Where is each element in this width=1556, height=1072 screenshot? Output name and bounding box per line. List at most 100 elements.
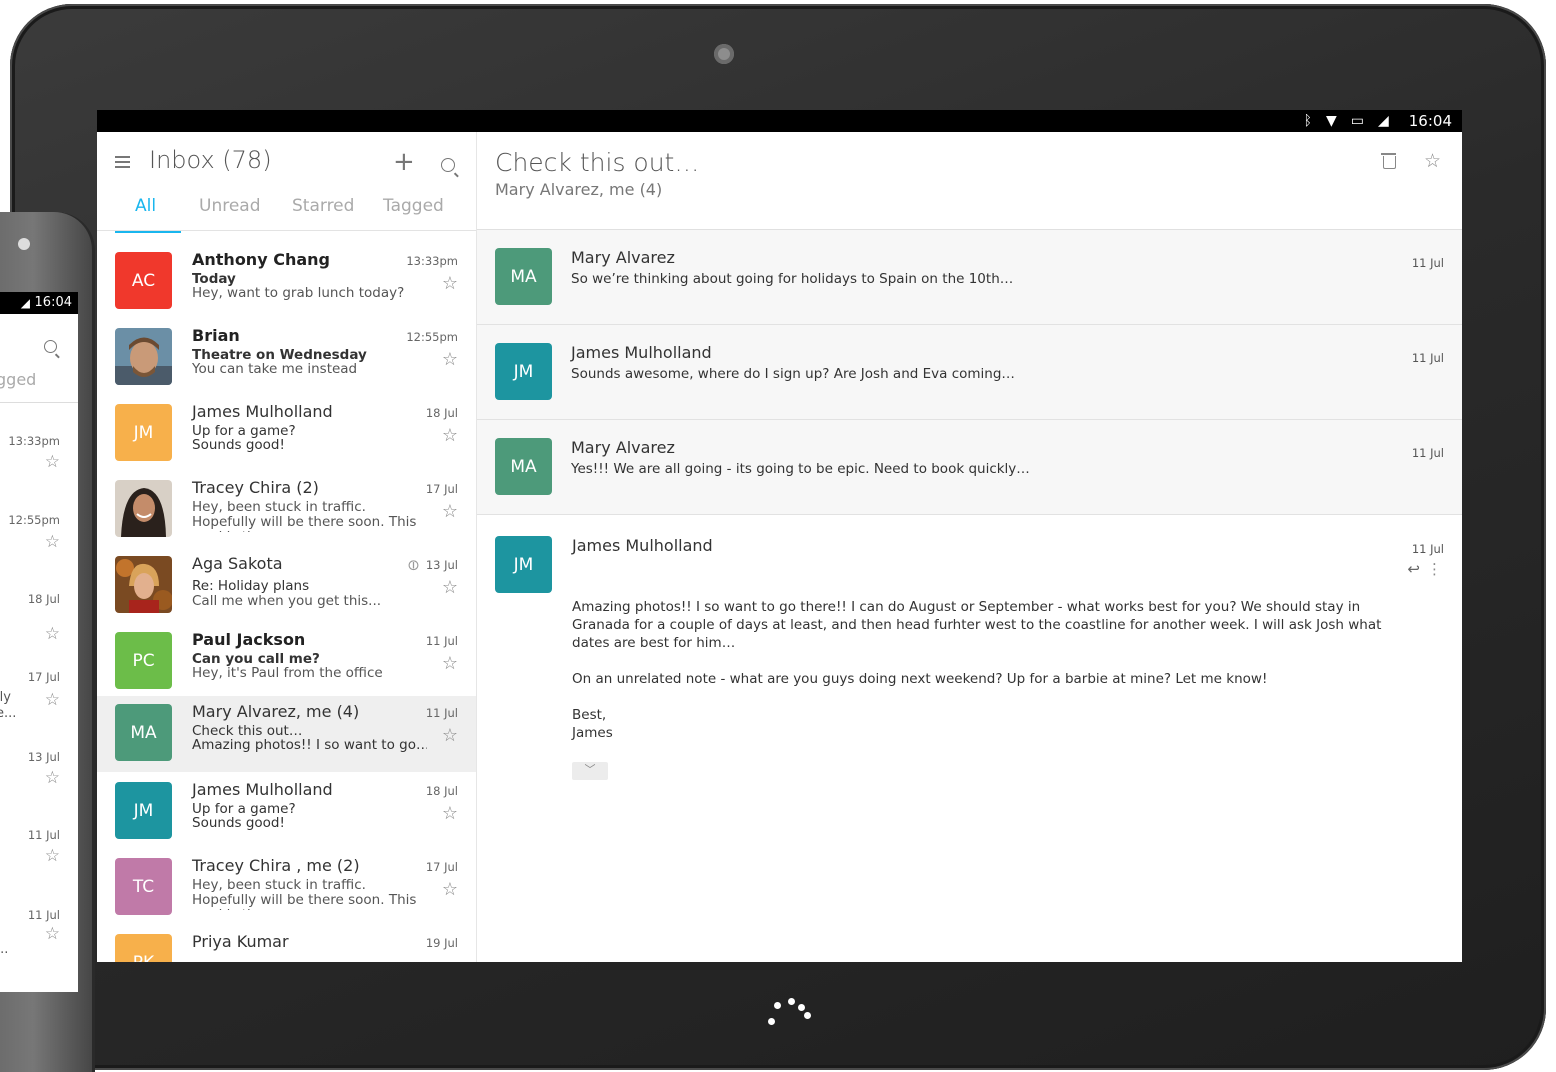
conversation-preview: Hey, it's Paul from the office — [192, 666, 383, 681]
tab-tagged[interactable]: gged — [0, 370, 36, 389]
list-item[interactable]: JM James Mulholland Up for a game? Sound… — [97, 774, 476, 850]
reply-icon[interactable]: ↩ — [1407, 560, 1420, 578]
list-item[interactable]: PC Paul Jackson Can you call me? Hey, it… — [97, 624, 476, 700]
message-paragraph: On an unrelated note - what are you guys… — [572, 671, 1268, 687]
conversation-time: 17 Jul — [425, 860, 458, 874]
message-signoff: Best, — [572, 707, 607, 723]
conversation-sender: Anthony Chang — [192, 250, 330, 269]
message-signature: James — [572, 725, 613, 741]
conversation-sender: Aga Sakota — [192, 554, 283, 573]
star-icon[interactable]: ☆ — [442, 502, 458, 522]
list-item[interactable]: Tracey Chira (2) Hey, been stuck in traf… — [97, 472, 476, 548]
list-item[interactable]: Aga Sakota Re: Holiday plans Call me whe… — [97, 548, 476, 624]
star-icon[interactable]: ☆ — [45, 690, 60, 710]
search-icon[interactable] — [441, 158, 455, 172]
attachment-icon: ⊘ — [402, 554, 425, 576]
star-icon[interactable]: ☆ — [45, 452, 60, 472]
star-icon[interactable]: ☆ — [45, 924, 60, 944]
tab-tagged[interactable]: Tagged — [383, 196, 444, 216]
list-item[interactable]: AC Anthony Chang Today Hey, want to grab… — [97, 244, 476, 320]
conversation-time: 17 Jul — [425, 482, 458, 496]
star-icon[interactable]: ☆ — [442, 426, 458, 446]
thread-message[interactable]: MA Mary Alvarez So we’re thinking about … — [477, 230, 1462, 325]
conversation-subject: Can you call me? — [192, 651, 320, 667]
unstar-icon[interactable]: ☆ — [1424, 150, 1441, 172]
thread-message[interactable]: JM James Mulholland Sounds awesome, wher… — [477, 325, 1462, 420]
star-icon[interactable]: ☆ — [442, 654, 458, 674]
conversation-list: AC Anthony Chang Today Hey, want to grab… — [97, 232, 476, 962]
avatar-photo — [115, 480, 172, 537]
more-icon[interactable]: ⋮ — [1427, 560, 1442, 578]
conversation-time: 12:55pm — [406, 330, 458, 344]
conversation-sender: James Mulholland — [192, 402, 333, 421]
list-item-selected[interactable]: MA Mary Alvarez, me (4) Check this out… … — [97, 696, 476, 772]
star-icon[interactable]: ☆ — [45, 532, 60, 552]
preview-fragment: e... — [0, 706, 17, 721]
tab-starred[interactable]: Starred — [292, 196, 354, 216]
avatar — [115, 556, 172, 613]
avatar: JM — [495, 536, 552, 593]
star-icon[interactable]: ☆ — [442, 350, 458, 370]
avatar: JM — [495, 343, 552, 400]
divider — [97, 230, 476, 231]
phone-status-time: 16:04 — [34, 295, 72, 310]
add-icon[interactable]: + — [393, 148, 415, 176]
conversation-time: 19 Jul — [425, 936, 458, 950]
conversation-list-pane: Inbox (78) + All Unread Starred Tagged A… — [97, 132, 477, 962]
star-icon[interactable]: ☆ — [442, 880, 458, 900]
trash-icon[interactable] — [1381, 153, 1396, 169]
wifi-icon: ▼ — [1325, 113, 1337, 129]
conversation-preview: You can take me instead — [192, 362, 358, 377]
list-item[interactable]: JM James Mulholland Up for a game? Sound… — [97, 396, 476, 472]
list-item[interactable]: TC Tracey Chira , me (2) Hey, been stuck… — [97, 850, 476, 926]
conversation-preview: Hey, want to grab lunch today? — [192, 286, 405, 301]
star-icon[interactable]: ☆ — [45, 846, 60, 866]
star-icon[interactable]: ☆ — [442, 804, 458, 824]
preview-fragment: ... — [0, 942, 9, 957]
star-icon[interactable]: ☆ — [442, 274, 458, 294]
status-time: 16:04 — [1408, 112, 1452, 130]
conversation-time: 11 Jul — [425, 706, 458, 720]
conversation-time: 12:55pm — [8, 513, 60, 527]
conversation-sender: James Mulholland — [192, 780, 333, 799]
message-body: Amazing photos!! I so want to go there!!… — [572, 598, 1392, 742]
search-icon[interactable] — [44, 340, 57, 353]
signal-icon: ◢ — [20, 296, 30, 310]
star-icon[interactable]: ☆ — [45, 768, 60, 788]
star-icon[interactable]: ☆ — [442, 578, 458, 598]
conversation-time: 18 Jul — [27, 592, 60, 606]
tab-unread[interactable]: Unread — [199, 196, 261, 216]
avatar — [115, 480, 172, 537]
status-bar: ᛒ ▼ ▭ ◢ 16:04 — [97, 110, 1462, 132]
star-icon[interactable]: ☆ — [442, 726, 458, 746]
conversation-time: 13 Jul — [425, 558, 458, 572]
thread-message[interactable]: MA Mary Alvarez Yes!!! We are all going … — [477, 420, 1462, 515]
avatar — [115, 328, 172, 385]
expand-icon[interactable]: ﹀ — [572, 762, 608, 780]
avatar: AC — [115, 252, 172, 309]
list-item[interactable]: PK Priya Kumar 19 Jul — [97, 926, 476, 962]
message-sender: Mary Alvarez — [571, 438, 675, 457]
avatar: PK — [115, 934, 172, 962]
avatar: MA — [115, 704, 172, 761]
inbox-title: Inbox (78) — [149, 146, 272, 174]
list-item[interactable]: Brian Theatre on Wednesday You can take … — [97, 320, 476, 396]
message-date: 11 Jul — [1411, 542, 1444, 556]
tab-all[interactable]: All — [135, 196, 156, 216]
star-icon[interactable]: ☆ — [45, 624, 60, 644]
phone-frame: ◢ 16:04 gged 13:33pm ☆ 12:55pm ☆ 18 Jul … — [0, 212, 95, 1072]
conversation-subject: Up for a game? — [192, 801, 296, 817]
conversation-sender: Brian — [192, 326, 240, 345]
message-sender: James Mulholland — [571, 343, 712, 362]
menu-icon[interactable] — [115, 156, 133, 170]
conversation-preview: Hey, been stuck in traffic. Hopefully wi… — [192, 500, 417, 532]
avatar-photo — [115, 328, 172, 385]
conversation-time: 13:33pm — [8, 434, 60, 448]
signal-icon: ◢ — [1377, 113, 1389, 129]
thread-pane: Check this out… Mary Alvarez, me (4) ☆ M… — [477, 132, 1462, 962]
conversation-sender: Priya Kumar — [192, 932, 289, 951]
message-date: 11 Jul — [1411, 351, 1444, 365]
conversation-time: 11 Jul — [27, 828, 60, 842]
preview-fragment: lly — [0, 690, 11, 705]
conversation-sender: Paul Jackson — [192, 630, 306, 649]
